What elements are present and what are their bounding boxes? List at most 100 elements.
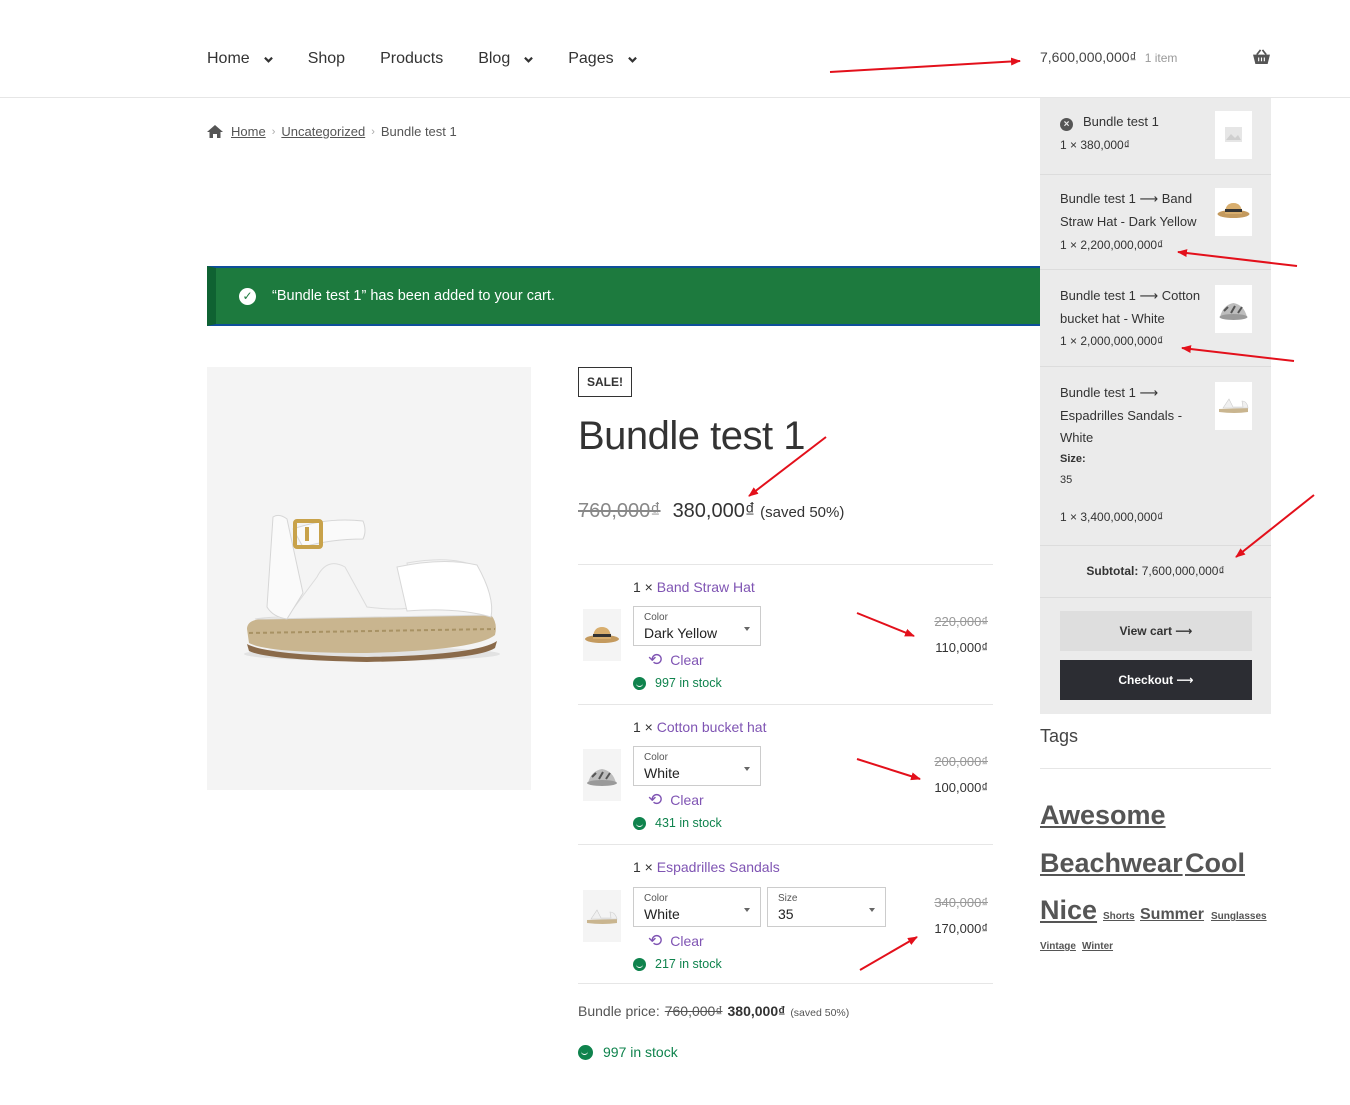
mini-cart-item: × Bundle test 1 1 × 380,000₫ xyxy=(1040,98,1271,175)
view-cart-button[interactable]: View cart ⟶ xyxy=(1060,611,1252,651)
mini-cart-item-name[interactable]: × Bundle test 1 xyxy=(1060,111,1205,134)
tags-widget-title: Tags xyxy=(1040,726,1079,746)
clear-label: Clear xyxy=(670,933,704,949)
item-name-line: Bundle test 1 ⟶ xyxy=(1060,385,1159,400)
sandal-thumbnail-image xyxy=(587,909,618,924)
nav-item-products[interactable]: Products xyxy=(380,48,443,70)
clear-label: Clear xyxy=(670,792,704,808)
clear-button[interactable]: ⟲ Clear xyxy=(648,790,704,810)
item-qty: 1 × xyxy=(633,719,653,735)
clear-label: Clear xyxy=(670,652,704,668)
select-value: 35 xyxy=(778,906,794,922)
tag-link[interactable]: Sunglasses xyxy=(1211,911,1267,922)
mini-cart-item-qty: 1 × 2,000,000,000₫ xyxy=(1060,334,1164,348)
tag-link[interactable]: Vintage xyxy=(1040,941,1076,952)
product-image[interactable] xyxy=(207,367,531,790)
tag-link[interactable]: Shorts xyxy=(1103,911,1135,922)
smiley-icon xyxy=(633,676,646,690)
nav-label: Pages xyxy=(568,50,614,67)
site-header: Home Shop Products Blog Pages 7,600,000,… xyxy=(0,0,1350,98)
stock-status: 997 in stock xyxy=(578,1044,678,1060)
stock-text: 997 in stock xyxy=(603,1044,678,1060)
remove-icon[interactable]: × xyxy=(1060,118,1073,131)
product-price: 760,000₫ 380,000₫ (saved 50%) xyxy=(578,500,844,523)
item-name-line: Bundle test 1 ⟶ Band xyxy=(1060,191,1193,206)
breadcrumb-current: Bundle test 1 xyxy=(380,124,457,139)
breadcrumb-home-link[interactable]: Home xyxy=(231,124,266,139)
breadcrumb: Home › Uncategorized › Bundle test 1 xyxy=(207,124,457,139)
size-select[interactable]: Size 35 xyxy=(767,887,886,927)
subtotal-label: Subtotal: xyxy=(1086,564,1139,578)
caret-down-icon xyxy=(744,627,750,631)
refresh-icon: ⟲ xyxy=(648,790,663,809)
breadcrumb-category-link[interactable]: Uncategorized xyxy=(281,124,365,139)
mini-cart-item-name[interactable]: Bundle test 1 ⟶ Espadrilles Sandals - Wh… xyxy=(1060,382,1205,450)
nav-item-shop[interactable]: Shop xyxy=(308,48,345,70)
mini-cart-item-name[interactable]: Bundle test 1 ⟶ Cotton bucket hat - Whit… xyxy=(1060,285,1205,330)
nav-item-pages[interactable]: Pages xyxy=(568,48,637,70)
stock-status: 997 in stock xyxy=(633,676,722,690)
caret-down-icon xyxy=(869,908,875,912)
saved-label: (saved 50%) xyxy=(760,504,845,521)
item-qty: 1 × xyxy=(633,579,653,595)
regular-price: 760,000₫ xyxy=(578,500,661,522)
color-select[interactable]: Color Dark Yellow xyxy=(633,606,761,646)
color-select[interactable]: Color White xyxy=(633,887,761,927)
refresh-icon: ⟲ xyxy=(648,931,663,950)
product-thumbnail[interactable] xyxy=(583,609,621,661)
tag-link[interactable]: Summer xyxy=(1140,906,1204,924)
nav-item-home[interactable]: Home xyxy=(207,48,273,70)
bundle-price: Bundle price: 760,000₫ 380,000₫ (saved 5… xyxy=(578,1003,849,1019)
select-value: White xyxy=(644,906,680,922)
item-link[interactable]: Band Straw Hat xyxy=(657,579,755,595)
mini-cart-item-qty: 1 × 2,200,000,000₫ xyxy=(1060,238,1164,252)
tag-link[interactable]: Winter xyxy=(1082,941,1113,952)
basket-icon[interactable] xyxy=(1252,49,1271,65)
nav-label: Blog xyxy=(478,50,511,67)
item-name-line: Bundle test 1 ⟶ Cotton xyxy=(1060,288,1201,303)
bundle-price-label: Bundle price: xyxy=(578,1003,660,1019)
product-thumbnail[interactable] xyxy=(583,749,621,801)
clear-button[interactable]: ⟲ Clear xyxy=(648,650,704,670)
clear-button[interactable]: ⟲ Clear xyxy=(648,931,704,951)
select-value: White xyxy=(644,765,680,781)
tag-link[interactable]: Nice xyxy=(1040,895,1097,926)
tag-link[interactable]: Awesome xyxy=(1040,800,1166,831)
home-icon xyxy=(207,125,223,138)
check-circle-icon: ✓ xyxy=(239,287,256,305)
tag-link[interactable]: Beachwear xyxy=(1040,848,1183,879)
cart-total: 7,600,000,000₫ xyxy=(1040,49,1137,65)
sandal-image xyxy=(244,514,500,662)
stock-text: 431 in stock xyxy=(655,816,722,830)
item-name-line: bucket hat - White xyxy=(1060,310,1165,326)
checkout-button[interactable]: Checkout ⟶ xyxy=(1060,660,1252,700)
tag-link[interactable]: Cool xyxy=(1185,848,1245,879)
bundle-item-name: 1 × Espadrilles Sandals xyxy=(633,859,780,875)
item-sale-price: 170,000₫ xyxy=(934,921,988,936)
mini-cart-item: Bundle test 1 ⟶ Band Straw Hat - Dark Ye… xyxy=(1040,175,1271,270)
bundle-item: 1 × Band Straw Hat Color Dark Yellow ⟲ C… xyxy=(578,564,993,705)
refresh-icon: ⟲ xyxy=(648,650,663,669)
item-link[interactable]: Espadrilles Sandals xyxy=(657,859,780,875)
mini-cart-item-name[interactable]: Bundle test 1 ⟶ Band Straw Hat - Dark Ye… xyxy=(1060,188,1205,233)
chevron-down-icon xyxy=(627,56,637,63)
item-regular-price: 220,000₫ xyxy=(934,614,988,629)
bundle-item: 1 × Espadrilles Sandals Color White Size… xyxy=(578,844,993,985)
item-name-line: Straw Hat - Dark Yellow xyxy=(1060,213,1197,229)
header-cart-link[interactable]: 7,600,000,000₫ 1 item xyxy=(1040,49,1177,65)
mini-cart-item: Bundle test 1 ⟶ Cotton bucket hat - Whit… xyxy=(1040,270,1271,367)
subtotal-value: 7,600,000,000₫ xyxy=(1141,564,1225,578)
item-meta-value: 35 xyxy=(1060,474,1073,486)
item-regular-price: 200,000₫ xyxy=(934,754,988,769)
item-link[interactable]: Cotton bucket hat xyxy=(657,719,767,735)
stock-text: 217 in stock xyxy=(655,957,722,971)
nav-label: Shop xyxy=(307,50,346,67)
color-select[interactable]: Color White xyxy=(633,746,761,786)
mini-cart-item-qty: 1 × 3,400,000,000₫ xyxy=(1060,510,1164,524)
breadcrumb-separator-icon: › xyxy=(371,125,375,138)
bundle-regular-price: 760,000₫ xyxy=(664,1003,723,1019)
nav-item-blog[interactable]: Blog xyxy=(478,48,534,70)
straw-hat-thumbnail xyxy=(1215,188,1252,236)
product-thumbnail[interactable] xyxy=(583,890,621,942)
stock-status: 217 in stock xyxy=(633,957,722,971)
